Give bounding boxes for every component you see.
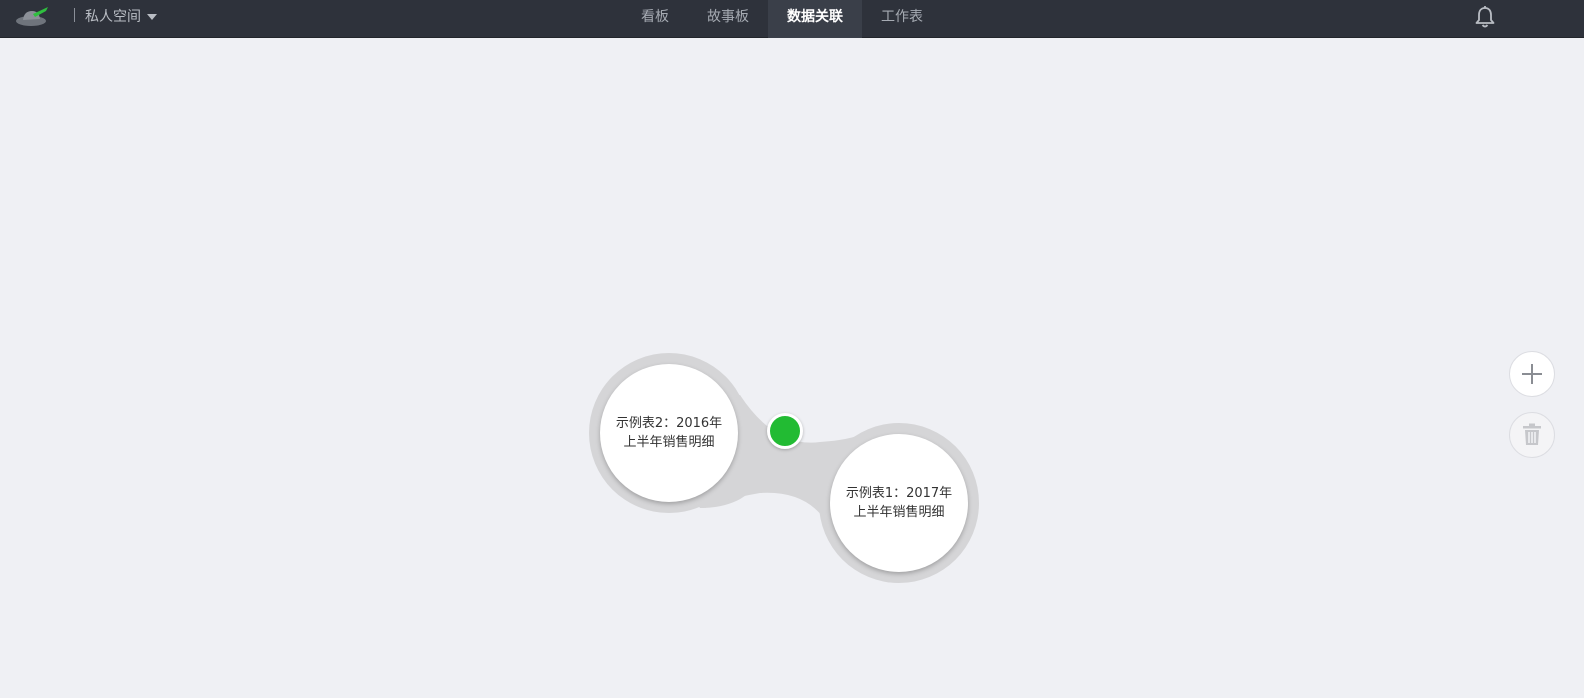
table-node-label: 示例表2：2016年上半年销售明细 bbox=[615, 416, 723, 450]
space-switcher[interactable]: 私人空间 bbox=[85, 6, 157, 26]
relation-canvas[interactable]: 示例表2：2016年上半年销售明细 示例表1：2017年上半年销售明细 bbox=[0, 38, 1584, 698]
tab-data-relations[interactable]: 数据关联 bbox=[768, 0, 862, 38]
table-node-label: 示例表1：2017年上半年销售明细 bbox=[845, 486, 953, 520]
hat-logo-icon[interactable] bbox=[15, 5, 51, 27]
trash-icon bbox=[1523, 423, 1541, 445]
bell-icon[interactable] bbox=[1474, 5, 1496, 29]
plus-icon bbox=[1522, 364, 1542, 384]
table-node-2016[interactable]: 示例表2：2016年上半年销售明细 bbox=[600, 364, 738, 502]
top-bar: 私人空间 看板 故事板 数据关联 工作表 bbox=[0, 0, 1584, 38]
relation-link-dot[interactable] bbox=[767, 413, 803, 449]
tab-storyboard[interactable]: 故事板 bbox=[688, 0, 768, 38]
table-node-2017[interactable]: 示例表1：2017年上半年销售明细 bbox=[830, 434, 968, 572]
tab-worksheets[interactable]: 工作表 bbox=[862, 0, 942, 38]
delete-button[interactable] bbox=[1509, 412, 1555, 458]
tab-dashboard[interactable]: 看板 bbox=[622, 0, 688, 38]
space-separator bbox=[74, 8, 75, 22]
space-label: 私人空间 bbox=[85, 9, 141, 25]
main-nav: 看板 故事板 数据关联 工作表 bbox=[622, 0, 942, 38]
relation-graph bbox=[589, 353, 979, 583]
add-table-button[interactable] bbox=[1509, 351, 1555, 397]
chevron-down-icon bbox=[147, 13, 157, 20]
